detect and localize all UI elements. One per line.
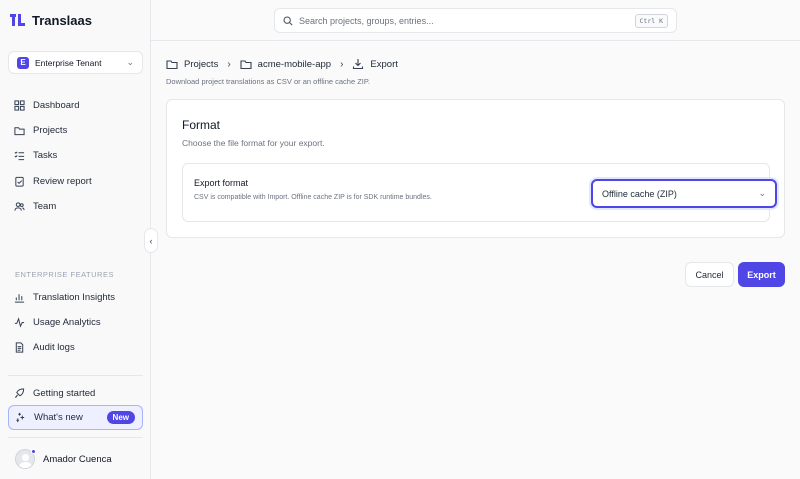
- new-badge: New: [106, 411, 135, 424]
- user-name: Amador Cuenca: [43, 453, 112, 465]
- breadcrumb-projects[interactable]: Projects: [166, 58, 218, 70]
- nav-label: Audit logs: [33, 342, 75, 353]
- format-description: Choose the file format for your export.: [182, 138, 325, 148]
- search-icon: [283, 15, 293, 26]
- nav-projects[interactable]: Projects: [14, 125, 67, 136]
- enterprise-features-heading: ENTERPRISE FEATURES: [15, 270, 114, 279]
- nav-usage-analytics[interactable]: Usage Analytics: [14, 317, 101, 328]
- status-dot: [31, 449, 36, 454]
- breadcrumb: Projects › acme-mobile-app › Export: [166, 58, 398, 70]
- folder-open-icon: [240, 60, 252, 70]
- chevron-left-icon: ‹: [149, 235, 153, 246]
- clipboard-check-icon: [15, 176, 24, 187]
- chevron-right-icon: ›: [227, 58, 231, 70]
- export-format-select[interactable]: Offline cache (ZIP) ⌄: [591, 179, 777, 208]
- export-button[interactable]: Export: [738, 262, 785, 287]
- chevron-down-icon: ⌄: [758, 188, 766, 198]
- bar-chart-icon: [14, 294, 25, 303]
- nav-label: Projects: [33, 125, 68, 136]
- export-format-label: Export format: [194, 178, 249, 188]
- user-menu[interactable]: Amador Cuenca: [15, 449, 112, 469]
- sidebar: Translaas E Enterprise Tenant ⌄ Dashboar…: [0, 0, 151, 479]
- nav-label: Translation Insights: [33, 292, 116, 303]
- tenant-name: Enterprise Tenant: [35, 57, 102, 68]
- breadcrumb-project[interactable]: acme-mobile-app: [240, 58, 331, 70]
- format-card: Format Choose the file format for your e…: [166, 99, 785, 238]
- search-input[interactable]: [299, 15, 629, 26]
- search-bar[interactable]: Ctrl K: [274, 8, 677, 33]
- nav-audit-logs[interactable]: Audit logs: [14, 342, 75, 353]
- download-icon: [353, 59, 364, 70]
- app-name: Translaas: [32, 12, 92, 28]
- tenant-badge: E: [17, 56, 29, 69]
- whats-new-label: What's new: [34, 412, 83, 423]
- nav-dashboard[interactable]: Dashboard: [14, 100, 79, 111]
- tenant-switcher[interactable]: E Enterprise Tenant ⌄: [8, 51, 143, 74]
- nav-label: Usage Analytics: [33, 317, 101, 328]
- page-subtitle: Download project translations as CSV or …: [166, 77, 371, 86]
- document-icon: [15, 342, 24, 353]
- cancel-button[interactable]: Cancel: [685, 262, 734, 287]
- tasks-icon: [14, 151, 25, 161]
- format-title: Format: [182, 118, 221, 132]
- nav-getting-started[interactable]: Getting started: [14, 388, 95, 399]
- breadcrumb-label: Projects: [184, 58, 219, 70]
- sidebar-divider: [8, 437, 143, 438]
- nav-tasks[interactable]: Tasks: [14, 150, 57, 161]
- rocket-icon: [15, 388, 25, 398]
- export-format-help: CSV is compatible with Import. Offline c…: [194, 194, 432, 201]
- search-shortcut: Ctrl K: [634, 13, 668, 28]
- folder-open-icon: [166, 60, 178, 70]
- chevron-down-icon: ⌄: [126, 57, 134, 67]
- sidebar-divider: [8, 375, 143, 376]
- nav-team[interactable]: Team: [14, 201, 56, 212]
- collapse-sidebar-button[interactable]: ‹: [144, 228, 158, 253]
- breadcrumb-label: acme-mobile-app: [257, 58, 332, 70]
- nav-label: Getting started: [33, 388, 96, 399]
- topbar: Ctrl K: [151, 0, 800, 41]
- page-title: Export: [370, 58, 398, 70]
- nav-label: Tasks: [33, 150, 58, 161]
- export-format-row: Export format CSV is compatible with Imp…: [182, 163, 777, 222]
- activity-icon: [14, 317, 25, 328]
- grid-icon: [14, 100, 25, 111]
- sparkles-icon: [16, 412, 25, 423]
- selected-format: Offline cache (ZIP): [602, 188, 677, 199]
- nav-label: Review report: [33, 176, 92, 187]
- folder-icon: [14, 127, 25, 136]
- chevron-right-icon: ›: [340, 58, 344, 70]
- app-logo[interactable]: Translaas: [10, 12, 92, 28]
- nav-review-report[interactable]: Review report: [14, 176, 92, 187]
- breadcrumb-current: Export: [352, 58, 398, 70]
- nav-translation-insights[interactable]: Translation Insights: [14, 292, 115, 303]
- users-icon: [14, 202, 25, 211]
- whats-new-item[interactable]: What's new New: [8, 405, 143, 430]
- logo-icon: [10, 14, 25, 26]
- nav-label: Dashboard: [33, 100, 80, 111]
- nav-label: Team: [33, 201, 57, 212]
